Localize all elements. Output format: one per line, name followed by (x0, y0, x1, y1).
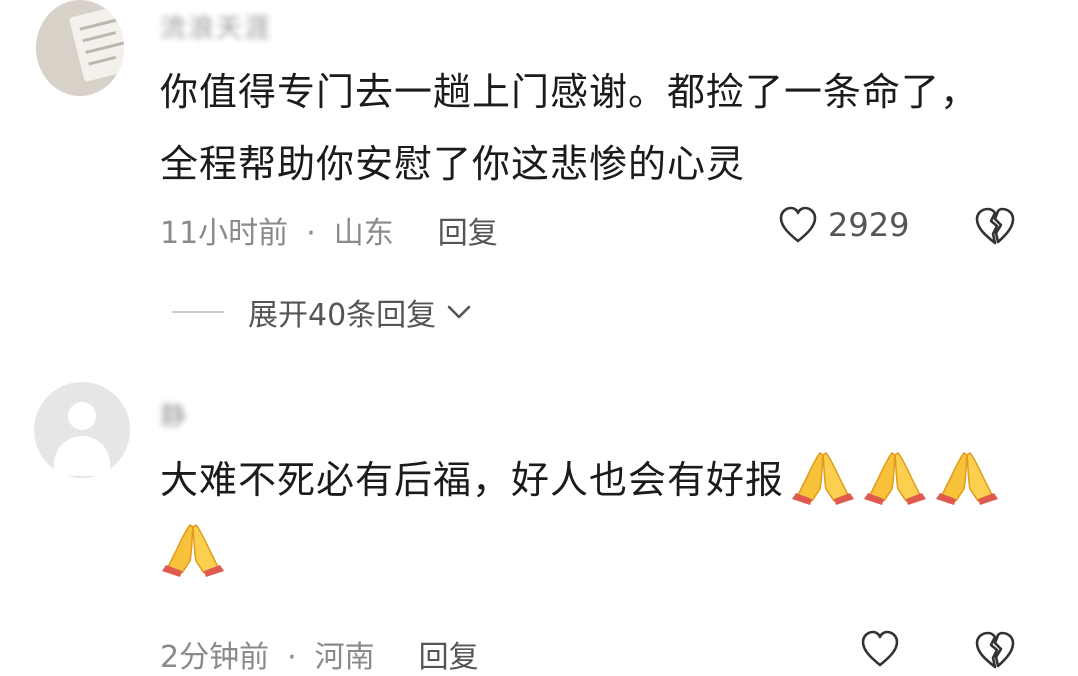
comment-text: 大难不死必有后福，好人也会有好报 (160, 444, 1020, 588)
comment-text-line: 大难不死必有后福，好人也会有好报 (160, 458, 785, 502)
avatar-default-body (54, 436, 110, 476)
comment-text-line: 全程帮助你安慰了你这悲惨的心灵 (160, 142, 746, 186)
reply-button[interactable]: 回复 (438, 208, 498, 252)
username[interactable]: 流浪天涯 (160, 8, 272, 45)
comment-time: 11小时前 (160, 216, 289, 251)
like-button[interactable] (860, 630, 910, 668)
avatar[interactable] (36, 0, 124, 96)
folded-hands-emoji (160, 521, 226, 577)
meta-separator: · (306, 216, 316, 251)
folded-hands-emoji (790, 449, 856, 505)
comment-text-line: 你值得专门去一趟上门感谢。都捡了一条命了， (160, 70, 980, 114)
broken-heart-icon (975, 631, 1015, 669)
expand-divider (172, 311, 224, 313)
expand-replies-label: 展开40条回复 (248, 298, 437, 333)
username[interactable]: 静 (160, 396, 188, 433)
comment-meta: 2分钟前 · 河南 回复 (160, 632, 479, 676)
comment-location: 河南 (314, 640, 375, 675)
comment-item: 流浪天涯 你值得专门去一趟上门感谢。都捡了一条命了， 全程帮助你安慰了你这悲惨的… (0, 0, 1078, 360)
heart-icon (779, 206, 817, 243)
heart-icon (861, 630, 899, 667)
comment-item: 静 大难不死必有后福，好人也会有好报 2分钟前 · 河南 回复 (0, 360, 1078, 676)
chevron-down-icon (447, 305, 471, 319)
avatar-default-head (68, 402, 96, 430)
dislike-button[interactable] (974, 630, 1016, 674)
reply-button[interactable]: 回复 (419, 632, 479, 676)
avatar-photo-paper (68, 3, 124, 83)
comment-meta: 11小时前 · 山东 回复 (160, 208, 498, 252)
like-count: 2929 (828, 206, 910, 244)
folded-hands-emoji (862, 449, 928, 505)
comment-location: 山东 (333, 216, 394, 251)
comment-time: 2分钟前 (160, 640, 270, 675)
dislike-button[interactable] (974, 206, 1016, 250)
folded-hands-emoji (934, 449, 1000, 505)
like-button[interactable]: 2929 (778, 206, 909, 244)
expand-replies-button[interactable]: 展开40条回复 (172, 290, 472, 334)
avatar[interactable] (34, 382, 130, 478)
comment-text: 你值得专门去一趟上门感谢。都捡了一条命了， 全程帮助你安慰了你这悲惨的心灵 (160, 56, 1060, 200)
meta-separator: · (287, 640, 297, 675)
broken-heart-icon (975, 207, 1015, 245)
